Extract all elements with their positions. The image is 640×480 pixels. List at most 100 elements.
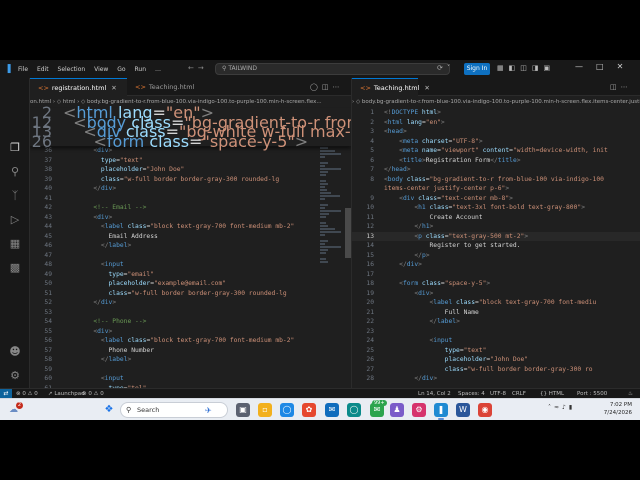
explorer-icon[interactable]: ❐ <box>7 140 23 156</box>
code-line[interactable]: 4 <meta charset="UTF-8"> <box>352 137 640 147</box>
code-line[interactable]: 24 <input <box>352 336 640 346</box>
code-line[interactable]: 46 </label> <box>30 241 351 251</box>
menu-view[interactable]: View <box>94 66 108 73</box>
minimize-icon[interactable]: — <box>575 62 596 71</box>
taskbar-search[interactable]: ⚲ Search ✈ <box>120 402 228 418</box>
code-line[interactable]: 20 <label class="block text-gray-700 fon… <box>352 298 640 308</box>
settings-app-icon[interactable]: ⚙ <box>412 403 426 417</box>
code-line[interactable]: 59 <box>30 365 351 375</box>
back-arrow-icon[interactable]: ← <box>188 64 198 72</box>
code-line[interactable]: 17 <box>352 270 640 280</box>
run-debug-icon[interactable]: ▷ <box>7 212 23 228</box>
code-line[interactable]: 11 Create Account <box>352 213 640 223</box>
code-line[interactable]: 7 </head> <box>352 165 640 175</box>
copilot-icon[interactable]: ✿ <box>302 403 316 417</box>
code-line[interactable]: 6 <title>Registration Form</title> <box>352 156 640 166</box>
code-line[interactable]: 45 Email Address <box>30 232 351 242</box>
code-line[interactable]: 9 <div class="text-center mb-8"> <box>352 194 640 204</box>
battery-icon[interactable]: ▮ <box>569 404 575 411</box>
menu-file[interactable]: File <box>18 66 28 73</box>
code-line[interactable]: 26 placeholder="John Doe" <box>352 355 640 365</box>
code-line[interactable]: 23 <box>352 327 640 337</box>
volume-icon[interactable]: ♪ <box>562 404 569 411</box>
settings-gear-icon[interactable]: ⚙ <box>7 368 23 384</box>
command-center-search[interactable]: ⚲ TAILWIND <box>215 63 450 75</box>
close-icon[interactable]: ✕ <box>617 62 637 71</box>
source-control-icon[interactable]: ᛉ <box>7 188 23 204</box>
code-line[interactable]: 51 class="w-full border border-gray-300 … <box>30 289 351 299</box>
split-editor-icon[interactable]: ◫ <box>610 83 621 91</box>
outlook-icon[interactable]: ✉ <box>325 403 339 417</box>
editor-scrollbar[interactable] <box>345 208 351 258</box>
code-line[interactable]: 1 <!DOCTYPE html> <box>352 108 640 118</box>
menu-edit[interactable]: Edit <box>37 66 49 73</box>
code-line[interactable]: 43 <div> <box>30 213 351 223</box>
close-tab-icon[interactable]: ✕ <box>424 84 429 92</box>
extensions-icon[interactable]: ▦ <box>7 236 23 252</box>
code-line[interactable]: 5 <meta name="viewport" content="width=d… <box>352 146 640 156</box>
open-preview-icon[interactable]: ◯ <box>310 83 322 91</box>
start-windows-icon[interactable]: ❖ <box>102 403 116 417</box>
sticky-scroll-header[interactable]: 2 <html lang="en"> 12 <body class="bg-grad… <box>30 105 351 149</box>
code-line[interactable]: 54 <!-- Phone --> <box>30 317 351 327</box>
file-explorer-icon[interactable]: ▫ <box>258 403 272 417</box>
code-line[interactable]: 8 <body class="bg-gradient-to-r from-blue… <box>352 175 640 185</box>
code-line[interactable]: 48 <input <box>30 260 351 270</box>
widgets-button[interactable]: ☁ 2 <box>9 402 23 417</box>
task-view-icon[interactable]: ▣ <box>236 403 250 417</box>
maximize-icon[interactable]: □ <box>596 62 617 71</box>
toggle-panel-icon[interactable]: ◫ <box>520 64 532 72</box>
code-line[interactable]: 47 <box>30 251 351 261</box>
code-line[interactable]: 10 <h1 class="text-3xl font-bold text-gr… <box>352 203 640 213</box>
wifi-icon[interactable]: ≈ <box>554 404 562 411</box>
tab-teaching-html[interactable]: <> Teaching.html ✕ <box>352 78 430 96</box>
forward-arrow-icon[interactable]: → <box>198 64 208 72</box>
code-line[interactable]: 55 <div> <box>30 327 351 337</box>
tab-teaching-html[interactable]: <> Teaching.html <box>127 78 207 96</box>
account-icon[interactable]: ☻ <box>7 344 23 360</box>
code-line[interactable]: 39 class="w-full border border-gray-300 … <box>30 175 351 185</box>
edge-dev-icon[interactable]: ◯ <box>347 403 361 417</box>
code-line[interactable]: 27 class="w-full border border-gray-300 … <box>352 365 640 375</box>
code-line[interactable]: 58 </label> <box>30 355 351 365</box>
code-line[interactable]: 44 <label class="block text-gray-700 fon… <box>30 222 351 232</box>
code-line[interactable]: 40 </div> <box>30 184 351 194</box>
sync-icon[interactable]: ⟳ <box>437 64 447 72</box>
code-line[interactable]: 13 <p class="text-gray-500 mt-2"> <box>352 231 640 241</box>
code-line[interactable]: 52 </div> <box>30 298 351 308</box>
breadcrumb[interactable]: › ◇ body.bg-gradient-to-r.from-blue-100.… <box>352 96 640 108</box>
code-line[interactable]: items-center justify-center p-6"> <box>352 184 640 194</box>
code-line[interactable]: 50 placeholder="example@email.com" <box>30 279 351 289</box>
code-line[interactable]: 37 type="text" <box>30 156 351 166</box>
code-line[interactable]: 15 </p> <box>352 251 640 261</box>
code-line[interactable]: 60 <input <box>30 374 351 384</box>
code-line[interactable]: 53 <box>30 308 351 318</box>
code-line[interactable]: 41 <box>30 194 351 204</box>
chevron-down-icon[interactable]: ˅ <box>447 64 455 72</box>
code-line[interactable]: 18 <form class="space-y-5"> <box>352 279 640 289</box>
customize-layout-icon[interactable]: ▣ <box>544 64 556 72</box>
more-actions-icon[interactable]: ⋯ <box>332 83 343 91</box>
vscode-taskbar-icon[interactable]: ❚ <box>434 403 448 417</box>
code-line[interactable]: 28 </div> <box>352 374 640 384</box>
system-clock[interactable]: 7:02 PM 7/24/2026 <box>600 401 632 417</box>
code-line[interactable]: 25 type="text" <box>352 346 640 356</box>
code-line[interactable]: 12 </h1> <box>352 222 640 232</box>
menu-selection[interactable]: Selection <box>58 66 86 73</box>
code-line[interactable]: 22 </label> <box>352 317 640 327</box>
code-line[interactable]: 14 Register to get started. <box>352 241 640 251</box>
word-icon[interactable]: W <box>456 403 470 417</box>
code-line[interactable]: 3 <head> <box>352 127 640 137</box>
tab-registration-html[interactable]: <> registration.html ✕ <box>30 78 127 96</box>
edge-browser-icon[interactable]: ◯ <box>280 403 294 417</box>
code-line[interactable]: 49 type="email" <box>30 270 351 280</box>
code-line[interactable]: 2 <html lang="en"> <box>352 118 640 128</box>
code-line[interactable]: 57 Phone Number <box>30 346 351 356</box>
search-icon[interactable]: ⚲ <box>7 164 23 180</box>
code-line[interactable]: 16 </div> <box>352 260 640 270</box>
remote-explorer-icon[interactable]: ▩ <box>7 260 23 276</box>
split-editor-icon[interactable]: ◫ <box>322 83 333 91</box>
layout-grid-icon[interactable]: ▦ <box>497 64 509 72</box>
more-actions-icon[interactable]: ⋯ <box>621 83 632 91</box>
sign-in-button[interactable]: Sign In <box>464 63 490 75</box>
